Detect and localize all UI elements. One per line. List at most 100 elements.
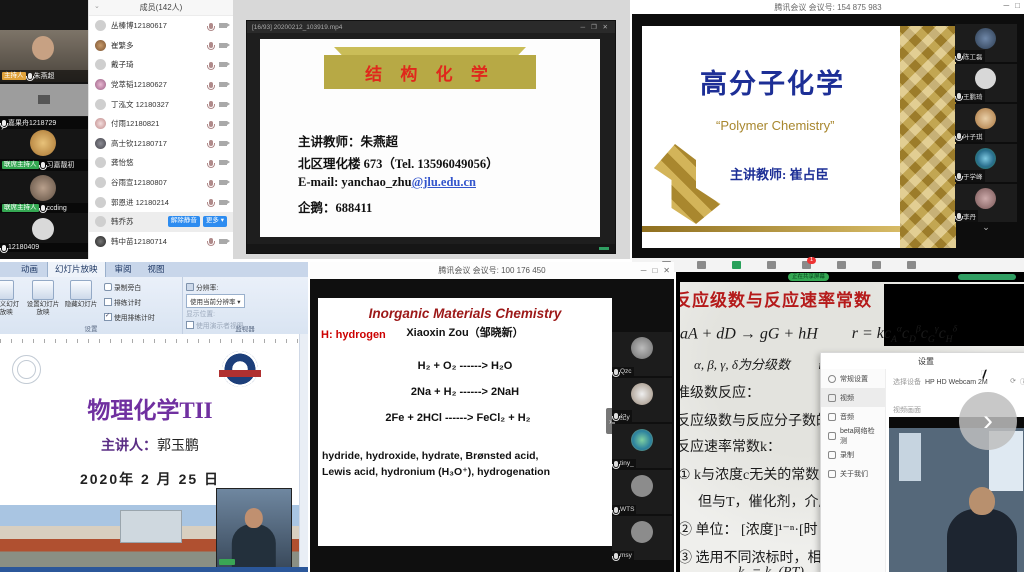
- next-arrow-button[interactable]: ›: [959, 392, 1017, 450]
- member-row[interactable]: 崔繁多: [89, 36, 233, 56]
- avatar[interactable]: [30, 175, 56, 201]
- more-button[interactable]: 更多 ▾: [203, 216, 227, 227]
- meeting-titlebar[interactable]: 腾讯会议 会议号: 154 875 983 ─ □: [632, 0, 1024, 14]
- member-row[interactable]: 丁泓文 12180327: [89, 94, 233, 114]
- participant-tile[interactable]: WTS: [612, 470, 672, 514]
- participant-tile[interactable]: Qzc: [612, 332, 672, 376]
- minimize-button[interactable]: ─: [641, 266, 647, 275]
- camera-off-icon[interactable]: [219, 160, 227, 165]
- participant-name: 叶子琪: [963, 131, 983, 141]
- camera-off-tile[interactable]: [0, 84, 88, 116]
- mic-muted-icon[interactable]: [209, 42, 213, 48]
- menu-item-general[interactable]: 常规设置: [821, 369, 885, 388]
- avatar: [95, 138, 106, 149]
- participant-tile[interactable]: 王鹏琦: [955, 64, 1017, 102]
- participant-tile[interactable]: 于学峰: [955, 144, 1017, 182]
- menu-item-about[interactable]: 关于我们: [821, 464, 885, 483]
- custom-slideshow-button[interactable]: 自定义幻灯片放映: [0, 280, 20, 317]
- record-icon[interactable]: [872, 261, 881, 269]
- camera-off-icon[interactable]: [219, 141, 227, 146]
- mic-muted-icon[interactable]: [209, 82, 213, 88]
- camera-off-icon[interactable]: [219, 43, 227, 48]
- hide-slide-button[interactable]: 隐藏幻灯片: [64, 280, 98, 309]
- close-button[interactable]: ✕: [663, 266, 670, 275]
- member-row[interactable]: 丛榛博12180617: [89, 16, 233, 36]
- mic-muted-icon[interactable]: [209, 62, 213, 68]
- player-seekbar[interactable]: [247, 244, 615, 253]
- member-row[interactable]: 高士钦12180717: [89, 134, 233, 154]
- camera-off-icon[interactable]: [219, 121, 227, 126]
- refresh-icon[interactable]: ⟳: [1010, 377, 1016, 387]
- invite-icon[interactable]: [767, 261, 776, 269]
- record-narration-item[interactable]: 录制旁白: [104, 282, 141, 292]
- menu-item-recording[interactable]: 录制: [821, 445, 885, 464]
- mic-muted-icon[interactable]: [209, 160, 213, 166]
- member-row[interactable]: 龚怡悠: [89, 153, 233, 173]
- menu-item-network-test[interactable]: beta网络检测: [821, 426, 885, 445]
- members-icon[interactable]: 1: [802, 261, 811, 269]
- participant-tile[interactable]: 陈工磊: [955, 24, 1017, 62]
- resolution-dropdown[interactable]: 使用当前分辨率 ▾: [186, 294, 245, 308]
- participant-tile[interactable]: 叶子琪: [955, 104, 1017, 142]
- camera-off-icon[interactable]: [219, 200, 227, 205]
- camera-off-icon[interactable]: [219, 239, 227, 244]
- tab-review[interactable]: 审阅: [108, 262, 139, 277]
- setup-slideshow-button[interactable]: 设置幻灯片放映: [26, 280, 60, 317]
- player-window-controls[interactable]: ─ ❐ ✕: [581, 23, 611, 31]
- camera-off-icon[interactable]: [219, 102, 227, 107]
- email-link[interactable]: @jlu.edu.cn: [412, 175, 476, 189]
- mic-muted-icon[interactable]: [209, 180, 213, 186]
- menu-item-video[interactable]: 视频: [821, 388, 885, 407]
- mic-muted-icon[interactable]: [209, 140, 213, 146]
- avatar: [95, 79, 106, 90]
- tab-animation[interactable]: 动画: [14, 262, 45, 277]
- strip-expander-chevron[interactable]: ›: [1, 122, 4, 133]
- participant-tile[interactable]: 纪y: [612, 378, 672, 422]
- menu-item-audio[interactable]: 音频: [821, 407, 885, 426]
- unmute-button[interactable]: 解除静音: [168, 216, 200, 227]
- maximize-button[interactable]: □: [1015, 1, 1020, 10]
- member-row-selected[interactable]: 韩乔苏解除静音更多 ▾: [89, 212, 233, 232]
- member-row[interactable]: 戴子琦: [89, 55, 233, 75]
- participant-tile[interactable]: 李丹: [955, 184, 1017, 222]
- info-icon[interactable]: ⓘ: [1020, 377, 1024, 387]
- polymer-slide: 高分子化学 “Polymer Chemistry” 主讲教师: 崔占臣: [642, 26, 956, 248]
- tab-view[interactable]: 视图: [141, 262, 172, 277]
- device-name-dropdown[interactable]: HP HD Webcam 2M: [925, 379, 988, 386]
- ppt-status-bar: [0, 567, 308, 572]
- participant-tile[interactable]: msy: [612, 516, 672, 560]
- camera-toolbar-icon[interactable]: [697, 261, 706, 269]
- maximize-button[interactable]: □: [652, 266, 657, 275]
- chat-icon[interactable]: [837, 261, 846, 269]
- vertical-scrollbar[interactable]: [299, 334, 308, 567]
- participant-tile[interactable]: tiny_: [612, 424, 672, 468]
- more-participants-chevron[interactable]: ⌄: [955, 224, 1017, 230]
- member-row[interactable]: 郭恩进 12180214: [89, 192, 233, 212]
- member-row[interactable]: 谷雨宣12180807: [89, 173, 233, 193]
- use-timings-checkbox[interactable]: ✓使用排练计时: [104, 312, 155, 322]
- minimize-button[interactable]: ─: [1003, 1, 1009, 10]
- meeting-titlebar[interactable]: 腾讯会议 会议号: 100 176 450 ─ □ ✕: [310, 262, 674, 279]
- tab-slideshow[interactable]: 幻灯片放映: [47, 262, 106, 277]
- host-video-tile[interactable]: 主持人 朱燕超: [0, 30, 88, 82]
- player-titlebar[interactable]: [16/93] 20200212_103919.mp4 ─ ❐ ✕: [247, 21, 615, 33]
- avatar[interactable]: [32, 218, 54, 240]
- camera-off-icon[interactable]: [219, 82, 227, 87]
- camera-off-icon[interactable]: [219, 62, 227, 67]
- avatar[interactable]: [30, 130, 56, 156]
- camera-off-icon[interactable]: [219, 180, 227, 185]
- mic-muted-icon[interactable]: [209, 199, 213, 205]
- member-row[interactable]: 韩中苗12180714: [89, 232, 233, 252]
- share-screen-icon[interactable]: [732, 261, 741, 269]
- webcam-overlay[interactable]: [216, 488, 292, 568]
- mic-muted-icon[interactable]: [209, 23, 213, 29]
- collapse-caret-icon[interactable]: ⌄: [94, 2, 100, 10]
- member-row[interactable]: 党萃韬12180627: [89, 75, 233, 95]
- settings-icon[interactable]: [907, 261, 916, 269]
- mic-muted-icon[interactable]: [209, 121, 213, 127]
- mic-muted-icon[interactable]: [209, 238, 213, 244]
- rehearse-timings-item[interactable]: 排练计时: [104, 297, 141, 307]
- mic-muted-icon[interactable]: [209, 101, 213, 107]
- camera-off-icon[interactable]: [219, 23, 227, 28]
- member-row[interactable]: 付雨12180821: [89, 114, 233, 134]
